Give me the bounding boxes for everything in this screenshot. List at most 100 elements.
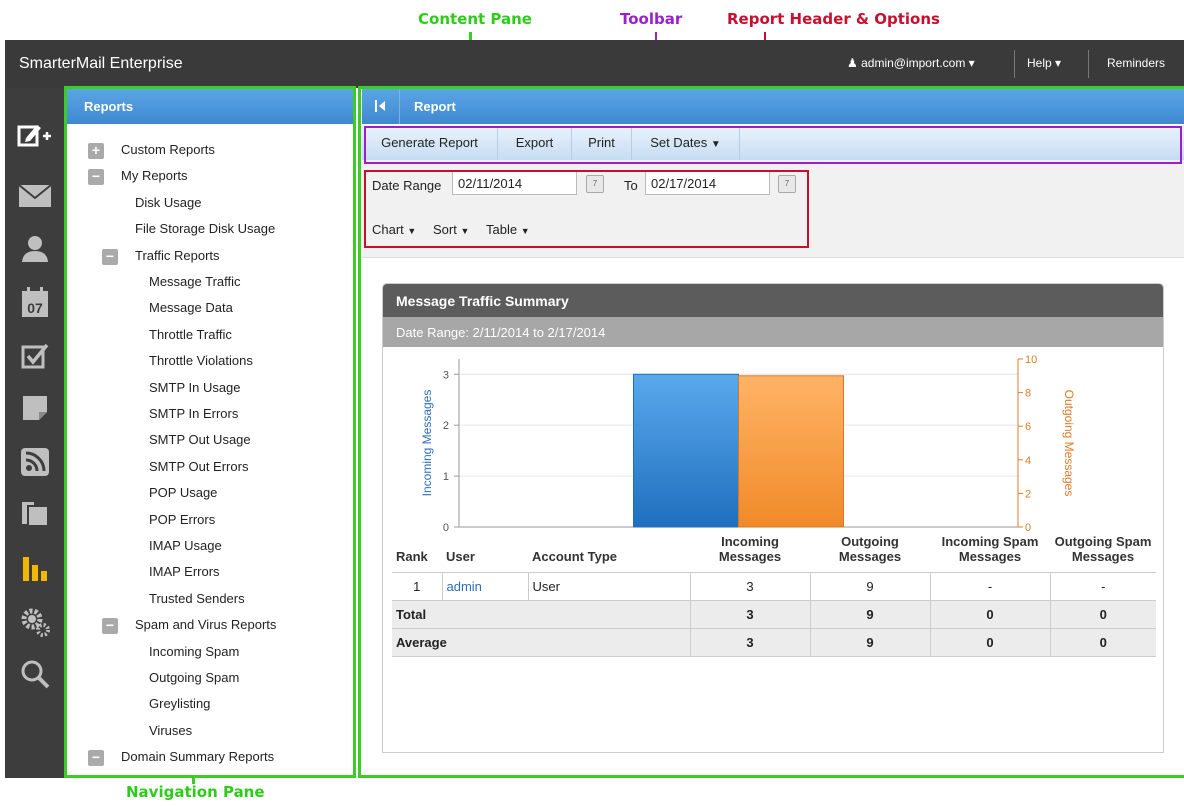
tree-report-item[interactable]: Greylisting bbox=[149, 696, 210, 711]
tree-folder-label[interactable]: Custom Reports bbox=[121, 142, 215, 157]
help-label: Help bbox=[1027, 56, 1052, 70]
average-outgoing-spam: 0 bbox=[1049, 628, 1156, 657]
tree-report-item[interactable]: SMTP In Usage bbox=[149, 380, 241, 395]
tree-report-item[interactable]: IMAP Usage bbox=[149, 538, 222, 553]
tree-report-item[interactable]: Throttle Traffic bbox=[149, 327, 232, 342]
tree-report-item[interactable]: POP Errors bbox=[149, 512, 215, 527]
tasks-icon[interactable] bbox=[15, 336, 55, 376]
y-tick-label: 3 bbox=[443, 369, 449, 381]
panel-date-range: Date Range: 2/11/2014 to 2/17/2014 bbox=[383, 317, 1163, 347]
tree-report-item[interactable]: SMTP Out Errors bbox=[149, 459, 248, 474]
tree-report-item[interactable]: Trusted Senders bbox=[149, 591, 245, 606]
tree-folder-label[interactable]: My Reports bbox=[121, 168, 187, 183]
set-dates-label: Set Dates bbox=[650, 135, 708, 150]
app-title: SmarterMail Enterprise bbox=[19, 55, 183, 72]
help-menu[interactable]: Help ▾ bbox=[1027, 56, 1061, 70]
contacts-icon[interactable] bbox=[15, 228, 55, 268]
table-header-row: Rank User Account Type Incoming Messages… bbox=[392, 531, 1156, 573]
incoming-cell: 3 bbox=[689, 572, 810, 601]
chevron-down-icon: ▼ bbox=[710, 139, 721, 150]
y-tick-label: 2 bbox=[443, 420, 449, 432]
reminders-link[interactable]: Reminders bbox=[1107, 56, 1165, 70]
search-icon[interactable] bbox=[15, 654, 55, 694]
tree-report-item[interactable]: SMTP Out Usage bbox=[149, 432, 251, 447]
column-header: Account Type bbox=[528, 531, 690, 573]
expand-icon[interactable]: + bbox=[88, 143, 104, 159]
tree-report-item[interactable]: Incoming Spam bbox=[149, 644, 239, 659]
end-date-field[interactable]: 02/17/2014 bbox=[645, 171, 770, 195]
tree-report-item[interactable]: Message Traffic bbox=[149, 274, 241, 289]
app-icon-rail: 07 bbox=[5, 88, 65, 778]
navigation-pane-connector bbox=[192, 776, 195, 784]
tree-report-item[interactable]: POP Usage bbox=[149, 485, 217, 500]
collapse-nav-button[interactable] bbox=[362, 88, 400, 124]
chevron-down-icon: ▼ bbox=[460, 226, 470, 236]
navigation-pane-annotation: Navigation Pane bbox=[126, 783, 265, 801]
tree-report-item[interactable]: IMAP Errors bbox=[149, 564, 220, 579]
y-right-tick-label: 8 bbox=[1025, 388, 1031, 400]
account-type-cell: User bbox=[527, 572, 690, 601]
outgoing-cell: 9 bbox=[809, 572, 930, 601]
y-right-tick-label: 6 bbox=[1025, 421, 1031, 433]
divider bbox=[1014, 50, 1015, 78]
toolbar: Generate Report Export Print Set Dates ▼ bbox=[362, 126, 1184, 160]
collapse-icon[interactable]: − bbox=[88, 750, 104, 767]
end-date-calendar-icon[interactable]: 7 bbox=[778, 175, 796, 193]
outgoing-spam-cell: - bbox=[1049, 572, 1156, 601]
rss-icon[interactable] bbox=[15, 442, 55, 482]
tree-report-item[interactable]: Outgoing Spam bbox=[149, 670, 239, 685]
incoming-spam-cell: - bbox=[929, 572, 1050, 601]
total-incoming-spam: 0 bbox=[929, 600, 1050, 629]
files-icon[interactable] bbox=[15, 494, 55, 534]
export-button[interactable]: Export bbox=[498, 126, 572, 160]
tree-folder-label[interactable]: Domain Summary Reports bbox=[121, 749, 274, 764]
summary-panel: Message Traffic Summary Date Range: 2/11… bbox=[382, 283, 1164, 753]
y-right-axis-label: Outgoing Messages bbox=[1062, 390, 1076, 497]
content-pane: Report Generate Report Export Print Set … bbox=[362, 88, 1184, 778]
user-menu[interactable]: ♟ admin@import.com ▾ bbox=[847, 56, 975, 70]
tree-report-item[interactable]: Disk Usage bbox=[135, 195, 201, 210]
sort-menu-label: Sort bbox=[433, 222, 457, 237]
chart-menu[interactable]: Chart ▼ bbox=[372, 222, 416, 237]
report-title: Report bbox=[414, 99, 456, 114]
navigation-pane: Reports + Custom Reports − My Reports Disk U… bbox=[66, 88, 354, 778]
tree-report-item[interactable]: Message Data bbox=[149, 300, 233, 315]
total-label: Total bbox=[392, 600, 690, 629]
compose-icon[interactable] bbox=[15, 116, 55, 156]
user-email: admin@import.com bbox=[861, 56, 966, 70]
settings-icon[interactable] bbox=[15, 602, 55, 642]
tree-folder-label[interactable]: Traffic Reports bbox=[135, 248, 220, 263]
tree-report-item[interactable]: Throttle Violations bbox=[149, 353, 253, 368]
print-button[interactable]: Print bbox=[572, 126, 632, 160]
tree-report-item[interactable]: SMTP In Errors bbox=[149, 406, 238, 421]
collapse-icon[interactable]: − bbox=[88, 169, 104, 186]
user-cell: admin bbox=[441, 572, 528, 601]
start-date-field[interactable]: 02/11/2014 bbox=[452, 171, 577, 195]
set-dates-button[interactable]: Set Dates ▼ bbox=[632, 126, 740, 160]
report-options: Date Range 02/11/2014 7 To 02/17/2014 7 … bbox=[362, 160, 1184, 258]
calendar-day: 07 bbox=[27, 300, 43, 316]
calendar-icon[interactable]: 07 bbox=[15, 282, 55, 322]
y-right-tick-label: 4 bbox=[1025, 455, 1031, 467]
collapse-icon[interactable]: − bbox=[102, 618, 118, 635]
mail-icon[interactable] bbox=[15, 176, 55, 216]
tree-report-item[interactable]: File Storage Disk Usage bbox=[135, 221, 275, 236]
start-date-calendar-icon[interactable]: 7 bbox=[586, 175, 604, 193]
tree-report-item[interactable]: Viruses bbox=[149, 723, 192, 738]
user-icon: ♟ bbox=[847, 56, 858, 70]
chevron-down-icon: ▾ bbox=[968, 56, 975, 70]
column-header: Outgoing Spam Messages bbox=[1050, 531, 1156, 573]
nav-header: Reports bbox=[66, 88, 354, 124]
table-menu[interactable]: Table ▼ bbox=[486, 222, 530, 237]
sort-menu[interactable]: Sort ▼ bbox=[433, 222, 469, 237]
y-right-tick-label: 2 bbox=[1025, 488, 1031, 500]
column-header: Incoming Messages bbox=[690, 531, 810, 573]
notes-icon[interactable] bbox=[15, 388, 55, 428]
divider bbox=[1088, 50, 1089, 78]
chevron-down-icon: ▼ bbox=[407, 226, 417, 236]
user-link[interactable]: admin bbox=[447, 579, 482, 594]
collapse-icon[interactable]: − bbox=[102, 248, 118, 265]
tree-folder-label[interactable]: Spam and Virus Reports bbox=[135, 617, 276, 632]
generate-report-button[interactable]: Generate Report bbox=[362, 126, 498, 160]
reports-icon[interactable] bbox=[15, 548, 55, 588]
